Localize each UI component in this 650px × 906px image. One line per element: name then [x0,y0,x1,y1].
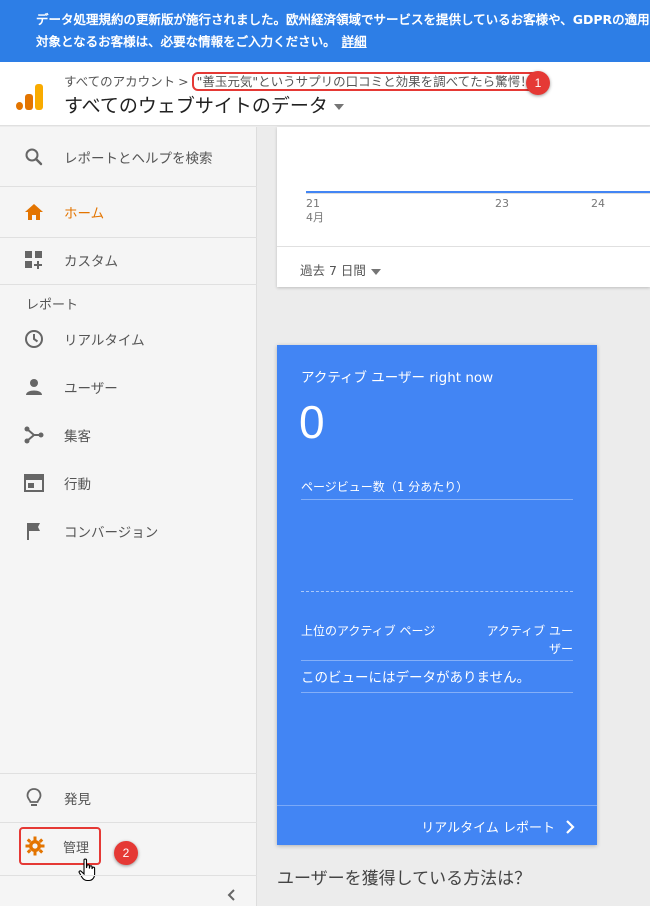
acquisition-section-heading: ユーザーを獲得している方法は？ [277,869,532,889]
top-active-pages-header: 上位のアクティブ ページ [301,624,436,638]
realtime-report-link[interactable]: リアルタイム レポート [421,817,575,836]
sidebar-item-discover[interactable]: 発見 [0,774,257,822]
sidebar-item-conversion-label: コンバージョン [64,525,159,541]
search-icon [22,145,46,169]
breadcrumb-separator: > [178,74,189,89]
date-range-dropdown[interactable]: 過去 7 日間 [300,260,381,279]
realtime-title: アクティブ ユーザー right now [301,370,494,386]
app-header: すべてのアカウント > "善玉元気"というサプリの口コミと効果を調べてたら驚愕！ 1… [0,62,650,126]
date-range-label: 過去 7 日間 [300,263,366,278]
x-tick-month-label: 4月 [306,211,324,224]
lightbulb-icon [22,786,46,810]
sidebar-item-behavior-label: 行動 [64,477,91,493]
sidebar-item-realtime-label: リアルタイム [64,333,145,349]
clock-icon [22,327,46,351]
x-tick-label: 24 [591,197,605,210]
active-users-count: 0 [299,396,325,448]
sidebar-item-custom[interactable]: カスタム [0,236,257,284]
x-tick-label: 23 [495,197,509,210]
acquisition-icon [22,423,46,447]
chevron-right-icon [566,819,575,834]
gear-icon [25,836,45,856]
banner-details-link[interactable]: 詳細 [342,34,367,49]
sidebar-item-behavior[interactable]: 行動 [0,459,257,507]
divider [0,284,257,285]
sessions-chart-card: 21 4月 23 24 過去 7 日間 [277,127,650,287]
caret-down-icon [333,103,344,110]
home-icon [22,200,46,224]
sidebar-item-admin-label: 管理 [63,840,90,856]
breadcrumb: すべてのアカウント > "善玉元気"というサプリの口コミと効果を調べてたら驚愕！ [64,71,538,91]
flag-icon [22,519,46,543]
view-title: すべてのウェブサイトのデータ [64,95,328,117]
sidebar-item-acquisition[interactable]: 集客 [0,411,257,459]
sidebar-search[interactable]: レポートとヘルプを検索 [0,133,257,181]
sidebar-nav: レポートとヘルプを検索 ホーム カスタム レポート リアルタイム ユーザー 集客 [0,127,257,906]
dashboard-grid-icon [22,248,46,272]
no-data-message: このビューにはデータがありません。 [301,670,531,686]
analytics-logo-icon[interactable] [16,84,44,110]
gdpr-notice-banner: データ処理規約の更新版が施行されました。欧州経済領域でサービスを提供しているお客… [0,0,650,62]
chevron-left-icon [227,889,235,901]
breadcrumb-all-accounts[interactable]: すべてのアカウント [64,74,175,89]
divider [277,246,650,247]
divider [301,660,573,661]
annotation-badge-1: 1 [526,71,550,95]
sidebar-item-users[interactable]: ユーザー [0,363,257,411]
divider [0,875,257,876]
sidebar-item-users-label: ユーザー [64,381,118,397]
divider [301,499,573,500]
sidebar-item-home[interactable]: ホーム [0,188,257,236]
view-selector[interactable]: すべてのウェブサイトのデータ [64,91,344,118]
sidebar-item-conversion[interactable]: コンバージョン [0,507,257,555]
hand-cursor-icon [78,858,98,882]
annotation-badge-2: 2 [114,841,138,865]
pageviews-chart-baseline [301,591,573,592]
person-icon [22,375,46,399]
sidebar-item-acquisition-label: 集客 [64,429,91,445]
realtime-card: アクティブ ユーザー right now 0 ページビュー数（1 分あたり） 上… [277,345,597,845]
pageviews-per-minute-label: ページビュー数（1 分あたり） [301,480,469,494]
active-users-header: アクティブ ユーザー [486,624,574,656]
divider [301,692,573,693]
divider [0,822,257,823]
divider [0,186,257,187]
sidebar-item-home-label: ホーム [64,206,105,222]
chart-x-axis [306,193,650,194]
section-report-heading: レポート [26,298,79,313]
realtime-report-label: リアルタイム レポート [421,821,555,836]
sidebar-item-realtime[interactable]: リアルタイム [0,315,257,363]
sidebar-search-label: レポートとヘルプを検索 [64,151,213,167]
breadcrumb-current-property[interactable]: "善玉元気"というサプリの口コミと効果を調べてたら驚愕！ [191,72,538,91]
sidebar-item-custom-label: カスタム [64,254,118,270]
sidebar-item-discover-label: 発見 [64,792,91,808]
caret-down-icon [370,268,381,275]
collapse-sidebar-button[interactable] [222,885,242,905]
divider [277,805,597,806]
behavior-window-icon [22,471,46,495]
